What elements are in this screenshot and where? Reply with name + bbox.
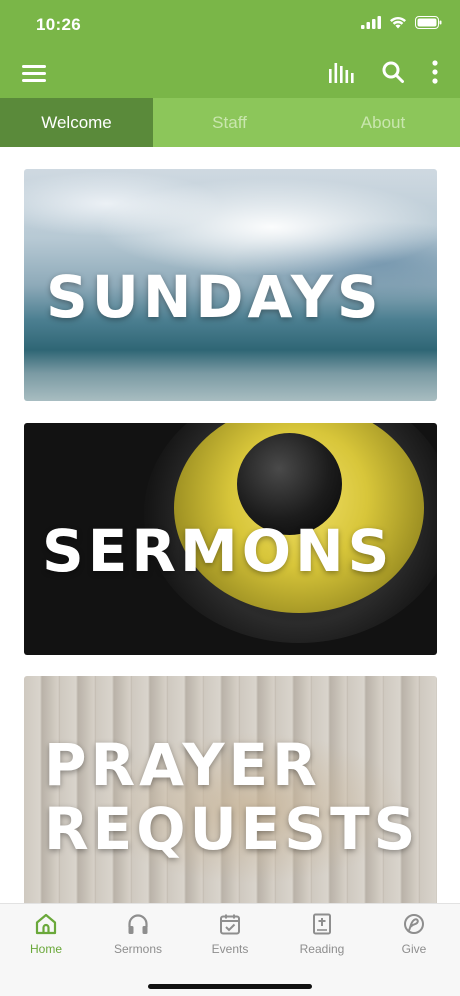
nav-item-events[interactable]: Events [184,904,276,968]
sermons-card[interactable]: SERMONS [24,423,437,655]
bible-icon [313,913,331,935]
nav-label-sermons: Sermons [113,942,163,956]
status-bar: 10:26 [0,0,460,50]
give-icon [404,914,424,934]
prayer-card-title-line2: REQUESTS [44,795,420,863]
nav-label-give: Give [401,942,427,956]
status-icons [361,16,442,29]
tab-staff[interactable]: Staff [153,98,306,147]
tab-about[interactable]: About [306,98,460,147]
prayer-card-title-line1: PRAYER [44,731,321,799]
more-vertical-icon[interactable] [432,60,438,84]
app-bar [0,50,460,98]
nav-item-reading[interactable]: Reading [276,904,368,968]
sermons-card-title: SERMONS [42,517,394,585]
nav-item-give[interactable]: Give [368,904,460,968]
stats-bars-icon[interactable] [328,61,354,83]
home-indicator [148,984,312,989]
nav-label-events: Events [211,942,249,956]
nav-item-sermons[interactable]: Sermons [92,904,184,968]
nav-label-home: Home [29,942,62,956]
bottom-nav: Home Sermons Events Reading Give [0,903,460,996]
prayer-requests-card[interactable]: PRAYER REQUESTS [24,676,437,903]
nav-label-reading: Reading [299,942,345,956]
calendar-check-icon [220,914,240,935]
wifi-icon [390,16,406,29]
status-time: 10:26 [36,15,81,34]
app-bar-actions [328,60,438,84]
home-icon [35,913,57,935]
battery-icon [415,16,442,29]
headphones-icon [128,914,148,934]
sundays-card-title: SUNDAYS [46,263,383,331]
menu-icon[interactable] [22,62,48,86]
tab-welcome[interactable]: Welcome [0,98,153,147]
content-feed: SUNDAYS SERMONS PRAYER REQUESTS [0,147,460,903]
cellular-signal-icon [361,16,381,29]
tab-bar: Welcome Staff About [0,98,460,147]
search-icon[interactable] [382,61,404,83]
nav-item-home[interactable]: Home [0,904,92,968]
sundays-card[interactable]: SUNDAYS [24,169,437,401]
